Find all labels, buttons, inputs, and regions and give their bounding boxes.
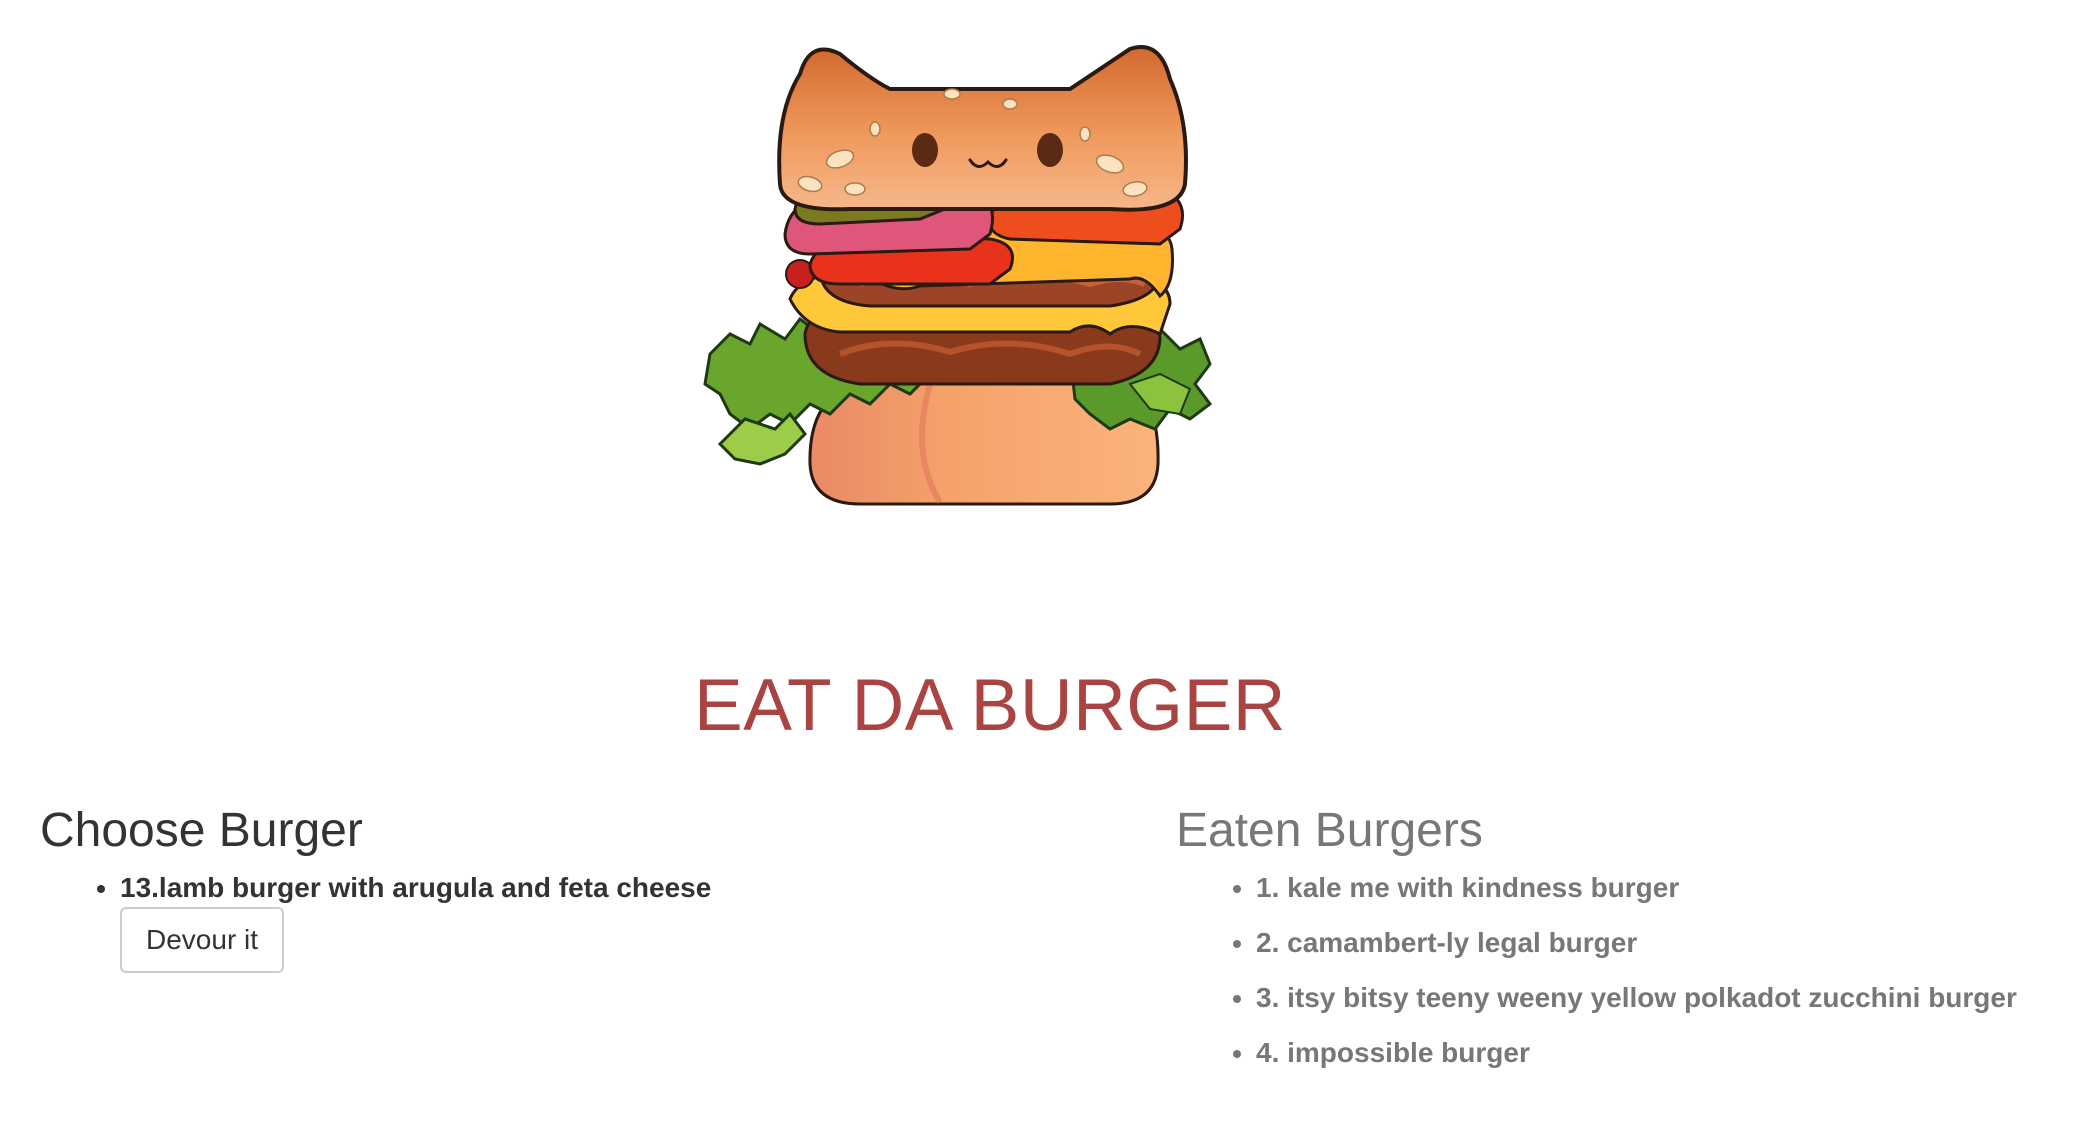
cat-left-eye — [912, 133, 938, 167]
choose-burger-section: Choose Burger 13.lamb burger with arugul… — [40, 800, 1140, 973]
site-title: EAT DA BURGER — [694, 665, 1286, 746]
list-item: 13.lamb burger with arugula and feta che… — [120, 872, 1140, 973]
choose-burger-heading: Choose Burger — [40, 804, 363, 857]
burger-name: 13.lamb burger with arugula and feta che… — [120, 872, 712, 903]
page: EAT DA BURGER Choose Burger 13.lamb burg… — [0, 0, 2084, 1123]
cat-burger-illustration — [690, 34, 1290, 634]
eaten-burgers-list: 1. kale me with kindness burger 2. camam… — [1176, 872, 2036, 1068]
eaten-burgers-section: Eaten Burgers 1. kale me with kindness b… — [1176, 800, 2036, 1092]
cat-right-eye — [1037, 133, 1063, 167]
cat-burger-svg — [703, 45, 1213, 506]
list-item: 4. impossible burger — [1256, 1037, 2036, 1068]
list-item: 2. camambert-ly legal burger — [1256, 927, 2036, 958]
list-item: 1. kale me with kindness burger — [1256, 872, 2036, 903]
eaten-burgers-heading: Eaten Burgers — [1176, 804, 1483, 857]
choose-burger-list: 13.lamb burger with arugula and feta che… — [40, 872, 1140, 973]
devour-button[interactable]: Devour it — [120, 907, 285, 973]
top-bun — [777, 45, 1188, 212]
list-item: 3. itsy bitsy teeny weeny yellow polkado… — [1256, 982, 2036, 1013]
